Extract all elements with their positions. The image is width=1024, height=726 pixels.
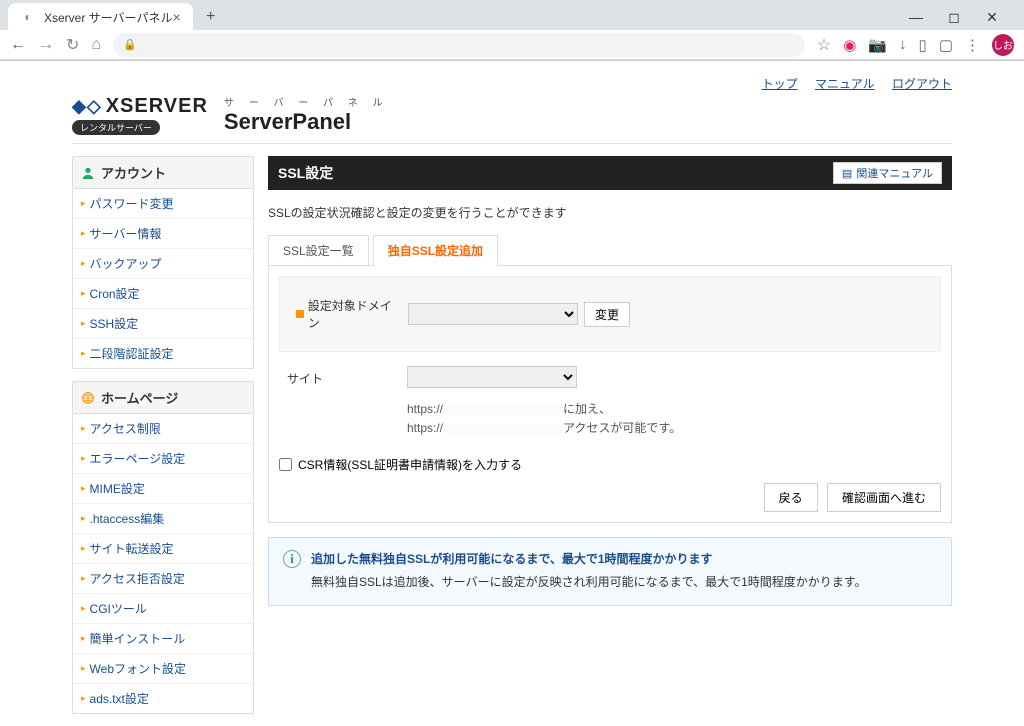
back-button[interactable]: 戻る xyxy=(764,483,818,512)
tab-title: Xserver サーバーパネル xyxy=(44,9,172,26)
tab-favicon: ◐ xyxy=(20,9,36,25)
site-select[interactable] xyxy=(407,366,577,388)
tab-close-icon[interactable]: × xyxy=(172,9,180,25)
person-icon xyxy=(81,166,95,180)
nav-back-icon[interactable]: ← xyxy=(10,36,26,54)
sidebar-item-adstxt[interactable]: ads.txt設定 xyxy=(73,684,253,713)
menu-icon[interactable]: ⋮ xyxy=(965,36,980,54)
ext-circle-icon[interactable]: ◉ xyxy=(843,36,856,54)
sidebar-item-2fa[interactable]: 二段階認証設定 xyxy=(73,339,253,368)
info-icon: i xyxy=(283,550,301,568)
info-text: 無料独自SSLは追加後、サーバーに設定が反映され利用可能になるまで、最大で1時間… xyxy=(311,573,867,592)
browser-tab[interactable]: ◐ Xserver サーバーパネル × xyxy=(8,3,193,31)
csr-label: CSR情報(SSL証明書申請情報)を入力する xyxy=(298,456,522,473)
tab-ssl-add[interactable]: 独自SSL設定追加 xyxy=(373,235,498,266)
panel-subtitle: サ ー バ ー パ ネ ル xyxy=(224,94,389,109)
sidebar-item-backup[interactable]: バックアップ xyxy=(73,249,253,279)
window-maximize-icon[interactable]: ◻ xyxy=(942,9,966,26)
window-minimize-icon[interactable]: — xyxy=(904,9,928,26)
sidebar-item-cgi[interactable]: CGIツール xyxy=(73,594,253,624)
nav-home-icon[interactable]: ⌂ xyxy=(91,36,101,54)
main-title: SSL設定 xyxy=(278,163,333,183)
tab-ssl-list[interactable]: SSL設定一覧 xyxy=(268,235,369,265)
link-top[interactable]: トップ xyxy=(762,77,798,91)
mail-icon[interactable]: ▢ xyxy=(939,36,953,54)
bookmark-icon[interactable]: ▯ xyxy=(919,36,927,54)
bullet-icon xyxy=(296,310,304,318)
change-button[interactable]: 変更 xyxy=(584,302,630,327)
sidebar-section-account: アカウント xyxy=(72,156,254,189)
domain-select[interactable] xyxy=(408,303,578,325)
user-avatar[interactable]: しお xyxy=(992,34,1014,56)
bookmark-star-icon[interactable]: ☆ xyxy=(817,35,831,55)
logo-text: XSERVER xyxy=(106,95,208,118)
book-icon: ▤ xyxy=(842,167,852,180)
sidebar-item-password[interactable]: パスワード変更 xyxy=(73,189,253,219)
new-tab-button[interactable]: + xyxy=(197,3,225,31)
info-title: 追加した無料独自SSLが利用可能になるまで、最大で1時間程度かかります xyxy=(311,550,867,567)
address-bar[interactable]: 🔒 xyxy=(113,33,805,57)
main-description: SSLの設定状況確認と設定の変更を行うことができます xyxy=(268,204,952,221)
sidebar-section-homepage: ホームページ xyxy=(72,381,254,414)
camera-icon[interactable]: 📷 xyxy=(868,36,887,54)
sidebar-item-ssh[interactable]: SSH設定 xyxy=(73,309,253,339)
sidebar-item-htaccess[interactable]: .htaccess編集 xyxy=(73,504,253,534)
link-manual[interactable]: マニュアル xyxy=(815,77,875,91)
confirm-button[interactable]: 確認画面へ進む xyxy=(827,483,941,512)
csr-checkbox[interactable] xyxy=(279,458,292,471)
nav-forward-icon[interactable]: → xyxy=(38,36,54,54)
sidebar-item-server-info[interactable]: サーバー情報 xyxy=(73,219,253,249)
page-header: ◆◇ XSERVER レンタルサーバー サ ー バ ー パ ネ ル Server… xyxy=(72,94,952,144)
sidebar-item-access-limit[interactable]: アクセス制限 xyxy=(73,414,253,444)
sidebar-item-cron[interactable]: Cron設定 xyxy=(73,279,253,309)
url-mask xyxy=(443,424,563,434)
panel-title: ServerPanel xyxy=(224,109,389,135)
logo-badge: レンタルサーバー xyxy=(72,120,160,135)
sidebar-item-site-redirect[interactable]: サイト転送設定 xyxy=(73,534,253,564)
logo-diamond-icon: ◆◇ xyxy=(72,96,102,117)
sidebar-item-mime[interactable]: MIME設定 xyxy=(73,474,253,504)
related-manual-link[interactable]: ▤ 関連マニュアル xyxy=(833,162,942,184)
window-close-icon[interactable]: ✕ xyxy=(980,9,1004,26)
info-box: i 追加した無料独自SSLが利用可能になるまで、最大で1時間程度かかります 無料… xyxy=(268,537,952,605)
nav-reload-icon[interactable]: ↻ xyxy=(66,35,79,55)
domain-label: 設定対象ドメイン xyxy=(308,297,400,331)
link-logout[interactable]: ログアウト xyxy=(892,77,952,91)
url-mask xyxy=(443,405,563,415)
sidebar-item-error-page[interactable]: エラーページ設定 xyxy=(73,444,253,474)
sidebar-item-access-deny[interactable]: アクセス拒否設定 xyxy=(73,564,253,594)
globe-icon xyxy=(81,391,95,405)
sidebar-item-webfont[interactable]: Webフォント設定 xyxy=(73,654,253,684)
site-label: サイト xyxy=(279,358,399,399)
lock-icon: 🔒 xyxy=(123,38,137,51)
download-icon[interactable]: ↓ xyxy=(899,36,907,53)
sidebar-item-easy-install[interactable]: 簡単インストール xyxy=(73,624,253,654)
